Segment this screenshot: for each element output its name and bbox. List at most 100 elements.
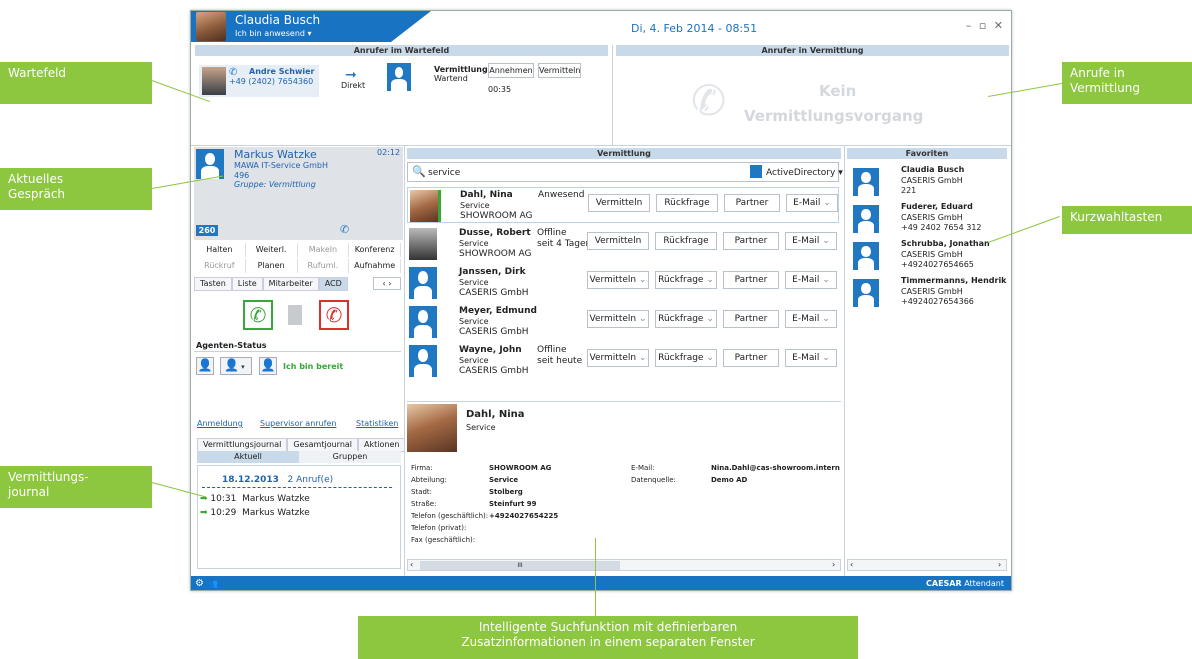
result-row[interactable]: Meyer, Edmund Service CASERIS GmbH Vermi… <box>407 304 839 340</box>
detail-field-value: +4924027654225 <box>489 512 559 520</box>
transfer-button[interactable]: Vermitteln ⌄ <box>587 271 649 289</box>
search-header: Vermittlung <box>407 148 841 159</box>
record-button[interactable]: Aufnahme <box>349 259 401 273</box>
journal-entry[interactable]: ➡ 10:31 Markus Watzke <box>200 494 310 504</box>
call-controls-row2: Rückruf Planen Rufuml. Aufnahme <box>194 259 401 273</box>
favorite-item[interactable]: Schrubba, Jonathan CASERIS GmbH +4924027… <box>847 239 1007 273</box>
detail-field-value: Stolberg <box>489 488 523 496</box>
transfer-button[interactable]: Vermitteln ⌄ <box>587 310 649 328</box>
callout-search: Intelligente Suchfunktion mit definierba… <box>358 616 858 659</box>
result-company: SHOWROOM AG <box>460 211 533 221</box>
accept-button[interactable]: Annehmen <box>488 63 534 78</box>
tab-aktionen[interactable]: Aktionen <box>358 438 406 452</box>
inquiry-button[interactable]: Rückfrage <box>656 194 718 212</box>
partner-button[interactable]: Partner <box>724 194 780 212</box>
subtab-gruppen[interactable]: Gruppen <box>299 451 401 463</box>
tab-acd[interactable]: ACD <box>318 277 348 291</box>
gear-icon[interactable]: ⚙ <box>195 578 204 589</box>
agent-busy-icon[interactable]: 👤 ▾ <box>220 357 252 375</box>
call-controls-row1: Halten Weiterl. Makeln Konferenz <box>194 243 401 257</box>
forward-button[interactable]: Weiterl. <box>246 243 298 257</box>
scroll-thumb[interactable]: III <box>420 561 620 570</box>
search-box[interactable]: 🔍 service ActiveDirectory ▾ <box>407 162 843 182</box>
user-avatar[interactable] <box>196 12 226 41</box>
favorite-name: Timmermanns, Hendrik <box>901 276 1007 285</box>
callout-kurzwahl: Kurzwahltasten <box>1062 206 1192 234</box>
transfer-button[interactable]: Vermitteln <box>587 232 649 250</box>
person-icon <box>409 306 437 338</box>
attendant-window: Claudia Busch Ich bin anwesend ▾ Di, 4. … <box>190 10 1012 591</box>
journal-count: 2 Anruf(e) <box>287 475 334 485</box>
tab-vermittlungsjournal[interactable]: Vermittlungsjournal <box>197 438 288 452</box>
supervisor-link[interactable]: Supervisor anrufen <box>260 419 336 428</box>
favorites-scrollbar[interactable]: ‹ › <box>847 559 1007 571</box>
divert-button[interactable]: Rufuml. <box>298 259 350 273</box>
email-button[interactable]: E-Mail ⌄ <box>785 232 837 250</box>
partner-button[interactable]: Partner <box>723 232 779 250</box>
chevron-left-icon[interactable]: ‹ <box>410 560 413 569</box>
transfer-queue-button[interactable]: Vermitteln <box>538 63 581 78</box>
title-bar: Claudia Busch Ich bin anwesend ▾ Di, 4. … <box>191 11 1011 42</box>
detail-scrollbar[interactable]: ‹ III › <box>407 559 841 571</box>
subtab-aktuell[interactable]: Aktuell <box>197 451 299 463</box>
agent-ready-icon[interactable]: 👤 <box>259 357 277 375</box>
tab-gesamtjournal[interactable]: Gesamtjournal <box>287 438 359 452</box>
tab-scroll-arrows[interactable]: ‹ › <box>373 277 401 290</box>
window-controls[interactable]: – ▫ ✕ <box>966 19 1005 32</box>
source-dropdown[interactable]: ActiveDirectory ▾ <box>766 168 843 178</box>
hangup-call-icon[interactable]: ✆ <box>319 300 349 330</box>
chevron-right-icon[interactable]: › <box>998 560 1001 569</box>
inquiry-button[interactable]: Rückfrage ⌄ <box>655 310 717 328</box>
conference-button[interactable]: Konferenz <box>349 243 401 257</box>
transfer-button[interactable]: Vermitteln ⌄ <box>587 349 649 367</box>
current-call-duration: 02:12 <box>377 148 401 157</box>
favorite-item[interactable]: Claudia Busch CASERIS GmbH 221 <box>847 165 1007 199</box>
hold-button[interactable]: Halten <box>194 243 246 257</box>
partner-button[interactable]: Partner <box>723 310 779 328</box>
accept-call-icon[interactable]: ✆ <box>243 300 273 330</box>
email-button[interactable]: E-Mail ⌄ <box>785 310 837 328</box>
tab-mitarbeiter[interactable]: Mitarbeiter <box>262 277 319 291</box>
inquiry-button[interactable]: Rückfrage ⌄ <box>655 271 717 289</box>
phone-icon: ✆ <box>340 223 350 236</box>
email-button[interactable]: E-Mail ⌄ <box>785 271 837 289</box>
login-link[interactable]: Anmeldung <box>197 419 243 428</box>
tab-tasten[interactable]: Tasten <box>194 277 232 291</box>
inquiry-button[interactable]: Rückfrage ⌄ <box>655 349 717 367</box>
queue-caller-card[interactable]: ✆ Andre Schwier +49 (2402) 7654360 <box>199 65 319 97</box>
queue-header: Anrufer im Wartefeld <box>195 45 608 56</box>
result-row[interactable]: Dusse, Robert Service SHOWROOM AG Offlin… <box>407 226 839 262</box>
email-button[interactable]: E-Mail ⌄ <box>786 194 838 212</box>
chevron-left-icon[interactable]: ‹ <box>850 560 853 569</box>
broker-button[interactable]: Makeln <box>298 243 350 257</box>
email-button[interactable]: E-Mail ⌄ <box>785 349 837 367</box>
search-input[interactable]: service <box>428 168 460 178</box>
plan-button[interactable]: Planen <box>246 259 298 273</box>
journal-entry[interactable]: ➡ 10:29 Markus Watzke <box>200 508 310 518</box>
detail-field-value: Service <box>489 476 519 484</box>
tab-liste[interactable]: Liste <box>231 277 263 291</box>
agent-status-label: Agenten-Status <box>196 341 267 350</box>
transfer-button[interactable]: Vermitteln <box>588 194 650 212</box>
result-dept: Service <box>459 356 489 365</box>
favorite-company: CASERIS GmbH <box>901 213 963 222</box>
partner-button[interactable]: Partner <box>723 349 779 367</box>
statistics-link[interactable]: Statistiken <box>356 419 398 428</box>
caller-name: Andre Schwier <box>249 67 315 76</box>
result-row[interactable]: Janssen, Dirk Service CASERIS GmbH Vermi… <box>407 265 839 301</box>
users-icon[interactable]: 👥 <box>208 579 218 588</box>
result-row[interactable]: Wayne, John Service CASERIS GmbH Offline… <box>407 343 839 379</box>
agent-available-icon[interactable]: 👤 <box>196 357 214 375</box>
chevron-right-icon[interactable]: › <box>832 560 835 569</box>
favorite-item[interactable]: Fuderer, Eduard CASERIS GmbH +49 2402 76… <box>847 202 1007 236</box>
result-company: CASERIS GmbH <box>459 366 529 376</box>
result-row[interactable]: Dahl, Nina Service SHOWROOM AG Anwesend … <box>407 187 839 223</box>
callback-button[interactable]: Rückruf <box>194 259 246 273</box>
result-dept: Service <box>459 317 489 326</box>
journal-list: 18.12.2013 2 Anruf(e) ➡ 10:31 Markus Wat… <box>197 465 401 569</box>
partner-button[interactable]: Partner <box>723 271 779 289</box>
current-call-group: Gruppe: Vermittlung <box>234 180 316 189</box>
user-status-dropdown[interactable]: Ich bin anwesend ▾ <box>235 29 312 38</box>
favorite-item[interactable]: Timmermanns, Hendrik CASERIS GmbH +49240… <box>847 276 1007 310</box>
inquiry-button[interactable]: Rückfrage <box>655 232 717 250</box>
